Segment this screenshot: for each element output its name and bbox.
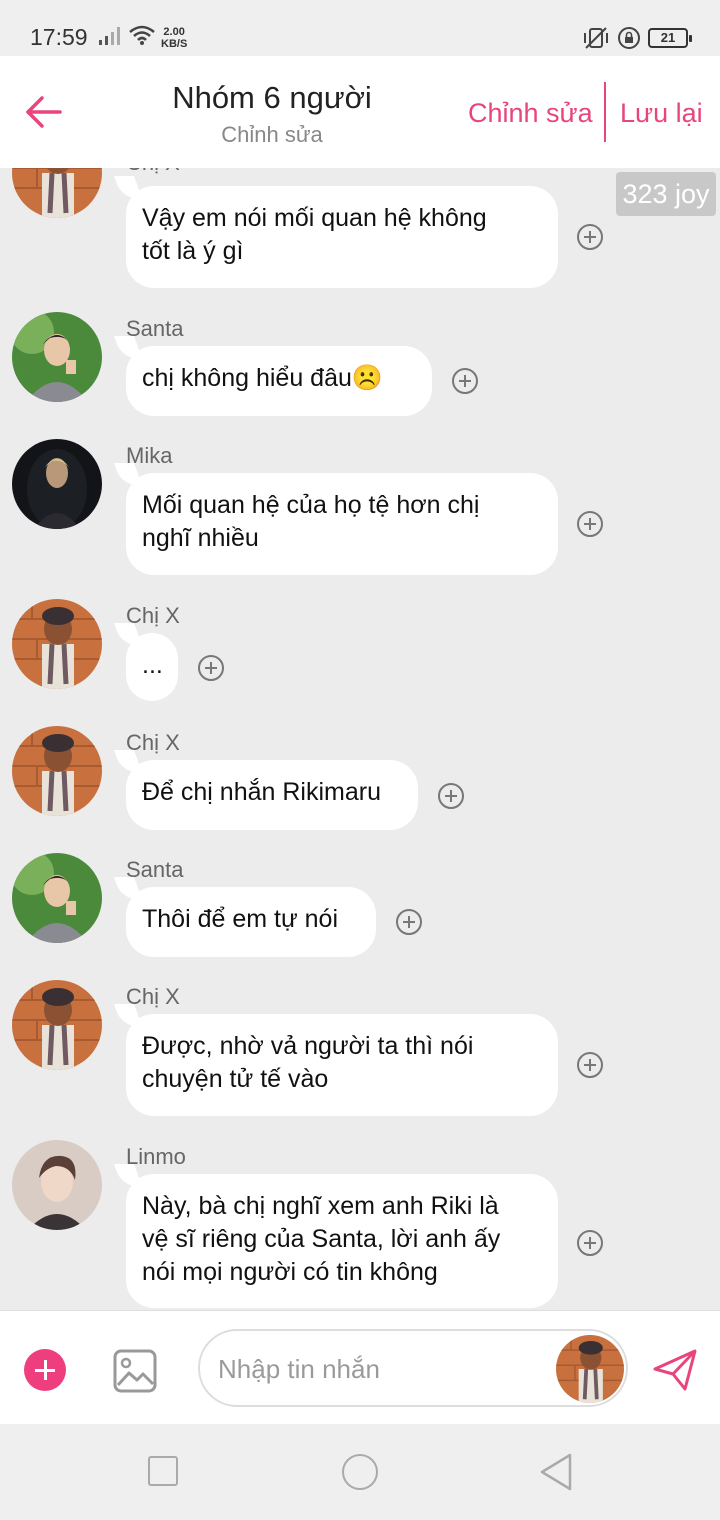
joy-badge[interactable]: 323 joy bbox=[616, 172, 716, 216]
react-plus-icon[interactable] bbox=[577, 224, 603, 250]
message-bubble[interactable]: Vậy em nói mối quan hệ không tốt là ý gì bbox=[126, 186, 558, 288]
message-line: chuyện tử tế vào bbox=[142, 1065, 329, 1093]
avatar-santa[interactable] bbox=[12, 853, 102, 943]
react-plus-icon[interactable] bbox=[396, 909, 422, 935]
back-arrow-icon[interactable] bbox=[22, 90, 66, 134]
message-bubble[interactable]: Này, bà chị nghĩ xem anh Riki là vệ sĩ r… bbox=[126, 1174, 558, 1308]
avatar-linmo[interactable] bbox=[12, 1140, 102, 1230]
avatar-chi-x-image bbox=[12, 726, 102, 816]
network-speed-unit: KB/S bbox=[161, 38, 188, 50]
message-line: Vậy em nói mối quan hệ không bbox=[142, 204, 487, 232]
message-bubble[interactable]: Thôi để em tự nói bbox=[126, 887, 376, 957]
add-plus-icon[interactable] bbox=[24, 1349, 66, 1391]
avatar-chi-x[interactable] bbox=[12, 168, 102, 218]
status-bar: 17:59 2.00 KB/S 21 bbox=[0, 0, 720, 56]
message-line: Thôi để em tự nói bbox=[142, 905, 338, 933]
header-divider bbox=[604, 82, 606, 142]
sticker-avatar-button[interactable] bbox=[556, 1335, 624, 1403]
avatar-chi-x[interactable] bbox=[12, 980, 102, 1070]
avatar-mika[interactable] bbox=[12, 439, 102, 529]
message-line: vệ sĩ riêng của Santa, lời anh ấy bbox=[142, 1225, 501, 1253]
avatar-chi-x-image bbox=[12, 599, 102, 689]
avatar-linmo-image bbox=[12, 1140, 102, 1230]
message-bubble[interactable]: Mối quan hệ của họ tệ hơn chị nghĩ nhiều bbox=[126, 473, 558, 575]
message-line: chị không hiểu đâu☹️ bbox=[142, 364, 384, 392]
message-input-bar bbox=[0, 1310, 720, 1424]
react-plus-icon[interactable] bbox=[452, 368, 478, 394]
sticker-avatar-image bbox=[556, 1335, 624, 1403]
avatar-santa[interactable] bbox=[12, 312, 102, 402]
send-icon[interactable] bbox=[652, 1347, 698, 1393]
group-title: Nhóm 6 người bbox=[172, 80, 372, 115]
message-bubble[interactable]: Được, nhờ vả người ta thì nói chuyện tử … bbox=[126, 1014, 558, 1116]
message-line: Mối quan hệ của họ tệ hơn chị bbox=[142, 491, 480, 519]
network-speed: 2.00 KB/S bbox=[161, 26, 187, 50]
system-nav-bar bbox=[0, 1424, 720, 1520]
react-plus-icon[interactable] bbox=[577, 1052, 603, 1078]
vibrate-off-icon bbox=[584, 27, 608, 49]
rotation-lock-icon bbox=[618, 27, 640, 49]
sender-name: Chị X bbox=[126, 168, 180, 176]
group-subtitle: Chỉnh sửa bbox=[221, 122, 323, 147]
message-line: Được, nhờ vả người ta thì nói bbox=[142, 1032, 474, 1060]
avatar-mika-image bbox=[12, 439, 102, 529]
battery-indicator: 21 bbox=[648, 28, 692, 48]
chat-messages[interactable]: Chị X Vậy em nói mối quan hệ không tốt l… bbox=[0, 168, 720, 1310]
message-input[interactable] bbox=[218, 1351, 548, 1387]
react-plus-icon[interactable] bbox=[577, 511, 603, 537]
avatar-santa-image bbox=[12, 853, 102, 943]
edit-button[interactable]: Chỉnh sửa bbox=[468, 98, 593, 129]
message-line: nói mọi người có tin không bbox=[142, 1258, 438, 1286]
avatar-chi-x[interactable] bbox=[12, 726, 102, 816]
recent-apps-icon[interactable] bbox=[148, 1456, 178, 1486]
react-plus-icon[interactable] bbox=[198, 655, 224, 681]
react-plus-icon[interactable] bbox=[577, 1230, 603, 1256]
avatar-chi-x-image bbox=[12, 168, 102, 218]
image-icon[interactable] bbox=[113, 1349, 157, 1393]
signal-icon bbox=[99, 27, 120, 45]
avatar-chi-x[interactable] bbox=[12, 599, 102, 689]
message-line: ... bbox=[142, 651, 163, 679]
avatar-santa-image bbox=[12, 312, 102, 402]
message-bubble[interactable]: Để chị nhắn Rikimaru bbox=[126, 760, 418, 830]
chat-header: Nhóm 6 người Chỉnh sửa Chỉnh sửa Lưu lại bbox=[0, 56, 720, 168]
react-plus-icon[interactable] bbox=[438, 783, 464, 809]
network-speed-value: 2.00 bbox=[163, 26, 185, 38]
message-line: Để chị nhắn Rikimaru bbox=[142, 778, 381, 806]
nav-back-icon[interactable] bbox=[538, 1452, 574, 1492]
message-bubble[interactable]: chị không hiểu đâu☹️ bbox=[126, 346, 432, 416]
avatar-chi-x-image bbox=[12, 980, 102, 1070]
message-input-field[interactable] bbox=[198, 1329, 628, 1407]
home-icon[interactable] bbox=[342, 1454, 378, 1490]
message-line: nghĩ nhiều bbox=[142, 524, 259, 552]
message-line: Này, bà chị nghĩ xem anh Riki là bbox=[142, 1192, 499, 1220]
message-bubble[interactable]: ... bbox=[126, 633, 178, 701]
wifi-icon bbox=[129, 25, 155, 45]
save-button[interactable]: Lưu lại bbox=[620, 98, 703, 129]
status-time: 17:59 bbox=[30, 24, 88, 50]
message-line: tốt là ý gì bbox=[142, 237, 244, 265]
